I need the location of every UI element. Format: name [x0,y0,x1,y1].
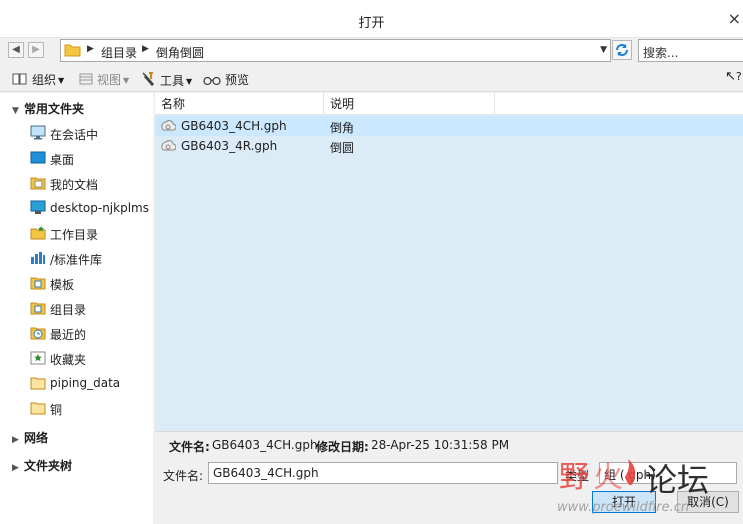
search-input[interactable]: 搜索... [638,39,743,62]
sidebar-item-label: piping_data [50,376,121,390]
favorites-icon [30,351,46,365]
window-title: 打开 [358,16,385,31]
type-select[interactable]: 组 (.gph) [599,462,737,484]
view-icon [79,73,93,85]
filename-label: 文件名: [163,469,204,483]
file-name: GB6403_4R.gph [181,139,278,153]
gph-file-icon [161,140,176,151]
favorites-header[interactable]: ▼ 常用文件夹 [12,100,84,117]
breadcrumb-item[interactable]: 倒角倒圆 [156,44,204,61]
chevron-down-icon: ▼ [123,76,130,85]
sidebar-item-label: 模板 [50,278,75,292]
breadcrumb-item[interactable]: 组目录 [101,44,137,61]
computer-icon [30,200,46,214]
details-filename-value: GB6403_4CH.gph [212,438,318,452]
sidebar-item-label: 组目录 [50,303,87,317]
chevron-down-icon: ▼ [58,76,65,85]
file-name: GB6403_4CH.gph [181,119,287,133]
tools-icon [142,72,155,87]
expanded-triangle-icon: ▼ [12,106,19,116]
chevron-down-icon: ▼ [186,77,193,86]
preview-toggle[interactable]: 预览 [203,71,249,87]
sidebar-item-label: 最近的 [50,328,87,342]
glasses-icon [203,76,221,86]
type-label: 类型 [565,469,590,483]
working-dir-icon [30,226,46,240]
collapsed-triangle-icon: ▶ [12,435,19,445]
help-question-icon: ? [735,70,742,83]
network-header[interactable]: ▶ 网络 [12,429,48,446]
desktop-icon [30,151,46,164]
folder-icon [30,377,46,390]
preview-label: 预览 [225,73,250,87]
view-menu[interactable]: 视图 ▼ [79,71,129,87]
documents-icon [30,177,46,190]
search-placeholder: 搜索... [643,46,679,60]
open-button[interactable]: 打开 [592,491,656,513]
address-dropdown-icon[interactable]: ▼ [600,45,607,55]
breadcrumb-separator-icon: ▶ [142,44,149,54]
table-row[interactable]: GB6403_4R.gph 倒圆 [155,136,743,156]
collapsed-triangle-icon: ▶ [12,463,19,473]
sidebar: ▼ 常用文件夹 在会话中 桌面 我的文档 desktop-njkplms 工作目录… [0,93,153,524]
details-bar: 文件名: GB6403_4CH.gph 修改日期: 28-Apr-25 10:3… [155,431,743,457]
column-name-header[interactable]: 名称 [155,93,324,115]
sidebar-item-label: 收藏夹 [50,353,87,367]
network-header-label: 网络 [24,431,49,445]
folder-tree-header-label: 文件夹树 [24,459,73,473]
breadcrumb-separator-icon: ▶ [87,44,94,54]
sidebar-item-label: 我的文档 [50,178,99,192]
file-description: 倒角 [330,121,355,135]
gph-file-icon [161,120,176,131]
organize-menu[interactable]: 组织 ▼ [12,71,64,87]
details-filename-label: 文件名: [169,440,210,454]
file-description: 倒圆 [330,141,355,155]
sidebar-item-label: 铜 [50,403,63,417]
sidebar-item-label: 在会话中 [50,128,99,142]
tools-label: 工具 [160,74,185,88]
sidebar-item-label: 工作目录 [50,228,99,242]
organize-label: 组织 [32,73,57,87]
sidebar-item-label: desktop-njkplms [50,201,149,215]
refresh-icon [616,44,628,56]
sidebar-item-label: 桌面 [50,153,75,167]
details-modified-value: 28-Apr-25 10:31:58 PM [371,438,510,452]
folder-icon [30,402,46,415]
sidebar-item-label: /标准件库 [50,253,103,267]
forward-arrow-icon: ▶ [32,44,40,55]
organize-icon [12,73,27,85]
help-cursor-icon[interactable]: ↖? [725,69,742,84]
close-icon[interactable]: × [728,9,741,28]
back-arrow-icon: ◀ [12,44,20,55]
cancel-button[interactable]: 取消(C) [677,491,739,513]
view-label: 视图 [97,73,122,87]
template-icon [30,277,46,290]
open-controls: 文件名: GB6403_4CH.gph 类型 组 (.gph) 打开 取消(C) [155,457,743,524]
title-bar: 打开 × [0,0,743,38]
address-bar[interactable]: ▶ 组目录 ▶ 倒角倒圆 ▼ [60,39,611,62]
details-modified-label: 修改日期: [316,440,369,454]
table-row[interactable]: GB6403_4CH.gph 倒角 [155,116,743,136]
back-button[interactable]: ◀ [8,42,24,58]
filename-input[interactable]: GB6403_4CH.gph [208,462,558,484]
column-header: 名称 说明 [155,93,743,115]
monitor-icon [30,125,46,140]
folder-tree-header[interactable]: ▶ 文件夹树 [12,457,72,474]
forward-button[interactable]: ▶ [28,42,44,58]
recent-icon [30,327,46,340]
tools-menu[interactable]: 工具 ▼ [140,71,193,88]
toolbar: 组织 ▼ 视图 ▼ 工具 ▼ 预览 [0,65,743,92]
group-dir-icon [30,302,46,315]
column-description-header[interactable]: 说明 [324,93,495,115]
library-icon [31,252,45,264]
address-row: ◀ ▶ ▶ 组目录 ▶ 倒角倒圆 ▼ 搜索... [0,38,743,65]
file-list: 名称 说明 GB6403_4CH.gph 倒角 GB6403_4R.gph 倒圆 [155,93,743,431]
favorites-header-label: 常用文件夹 [24,102,85,116]
refresh-button[interactable] [612,40,632,60]
folder-icon [64,44,81,57]
